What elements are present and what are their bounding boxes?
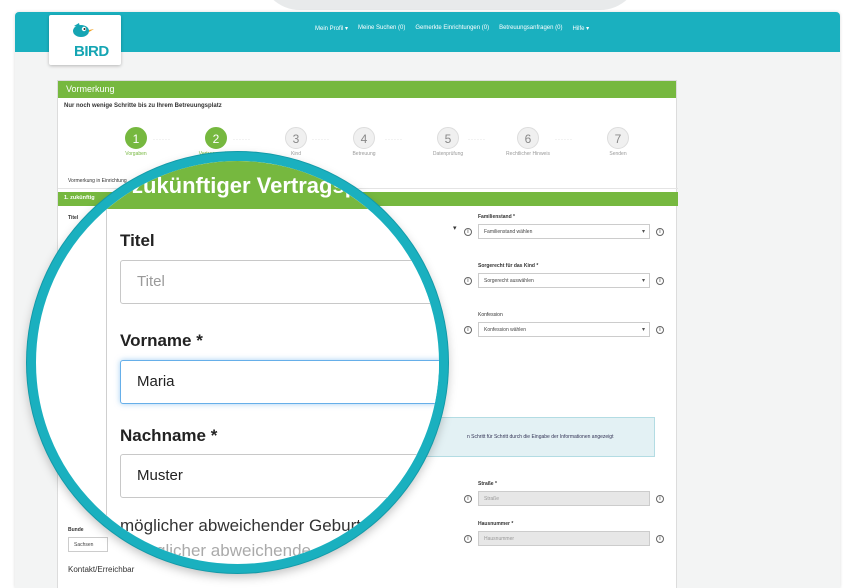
info-icon[interactable]: i [656,228,664,236]
steps-subtitle: Nur noch wenige Schritte bis zu Ihrem Be… [64,103,222,109]
step-connector: ······ [153,137,171,143]
sorgerecht-label: Sorgerecht für das Kind * [478,263,539,269]
sorgerecht-value: Sorgerecht auswählen [484,278,534,284]
familienstand-label: Familienstand * [478,214,515,220]
hausnummer-label: Hausnummer * [478,521,514,527]
step-6[interactable]: 6 Rechtlicher Hinweis [498,127,558,157]
logo-text: BIRD [74,43,109,60]
nav-link-mein-profil[interactable]: Mein Profil ▾ [315,25,348,39]
step-number: 2 [205,127,227,149]
step-connector: ······ [385,137,403,143]
nav-links: Mein Profil ▾ Meine Suchen (0) Gemerkte … [315,25,599,39]
top-navigation: Mein Profil ▾ Meine Suchen (0) Gemerkte … [15,12,840,52]
info-icon[interactable]: i [464,495,472,503]
step-label: Betreuung [352,151,376,157]
info-icon[interactable]: i [464,326,472,334]
step-label: Senden [609,151,627,157]
step-number: 4 [353,127,375,149]
step-connector: ······ [555,137,573,143]
nav-link-betreuungsanfragen[interactable]: Betreuungsanfragen (0) [499,25,562,39]
bird-logo-icon [73,23,94,37]
step-7[interactable]: 7 Senden [588,127,648,157]
nav-link-gemerkte-einrichtungen[interactable]: Gemerkte Einrichtungen (0) [415,25,489,39]
magnified-section-header: zukünftiger Vertragsp [96,161,439,209]
step-number: 5 [437,127,459,149]
magnified-geburtsname-label: möglicher abweichender Geburtsna [120,516,389,535]
info-icon[interactable]: i [656,326,664,334]
background-ghost-shape [260,0,640,10]
info-icon[interactable]: i [464,535,472,543]
kontakt-label: Kontakt/Erreichbar [68,565,135,574]
chevron-down-icon: ▾ [641,229,645,235]
sorgerecht-select[interactable]: Sorgerecht auswählen ▾ [478,273,650,288]
info-icon[interactable]: i [656,277,664,285]
konfession-label: Konfession [478,312,503,318]
step-number: 7 [607,127,629,149]
chevron-down-icon: ▾ [641,278,645,284]
info-icon[interactable]: i [464,277,472,285]
strasse-input[interactable]: Straße [478,491,650,506]
magnifier-content: zukünftiger Vertragsp Titel Titel Vornam… [36,161,439,564]
familienstand-value: Familienstand wählen [484,229,533,235]
info-icon[interactable]: i [464,228,472,236]
magnified-divider [106,209,107,564]
info-icon[interactable]: i [656,535,664,543]
step-connector: ······ [312,137,330,143]
panel-title: Vormerkung [58,81,676,98]
step-label: Datenprüfung [432,151,464,157]
chevron-down-icon: ▾ [453,225,457,232]
step-number: 1 [125,127,147,149]
step-number: 3 [285,127,307,149]
chevron-down-icon: ▾ [641,327,645,333]
step-connector: ······ [233,137,251,143]
magnified-nachname-label: Nachname * [120,426,218,445]
nav-link-hilfe[interactable]: Hilfe ▾ [572,25,589,39]
step-label: Vorgaben [125,151,147,157]
hausnummer-input[interactable]: Hausnummer [478,531,650,546]
info-banner: n Schritt für Schritt durch die Eingabe … [410,417,655,457]
magnified-vorname-label: Vorname * [120,331,203,350]
step-connector: ······ [468,137,486,143]
bird-logo[interactable]: BIRD [49,15,121,65]
konfession-select[interactable]: Konfession wählen ▾ [478,322,650,337]
titel-input[interactable]: Titel [120,260,439,304]
konfession-value: Konfession wählen [484,327,526,333]
screenshot-stage: Mein Profil ▾ Meine Suchen (0) Gemerkte … [0,0,846,588]
vorname-input[interactable]: Maria [120,360,439,404]
nav-link-meine-suchen[interactable]: Meine Suchen (0) [358,25,405,39]
info-icon[interactable]: i [656,495,664,503]
step-number: 6 [517,127,539,149]
step-label: Rechtlicher Hinweis [506,151,550,157]
strasse-label: Straße * [478,481,497,487]
magnified-titel-label: Titel [120,231,155,250]
magnified-faded-text: glicher abweichende [156,541,311,560]
zoom-magnifier: zukünftiger Vertragsp Titel Titel Vornam… [27,152,448,573]
nachname-input[interactable]: Muster [120,454,439,498]
familienstand-select[interactable]: Familienstand wählen ▾ [478,224,650,239]
